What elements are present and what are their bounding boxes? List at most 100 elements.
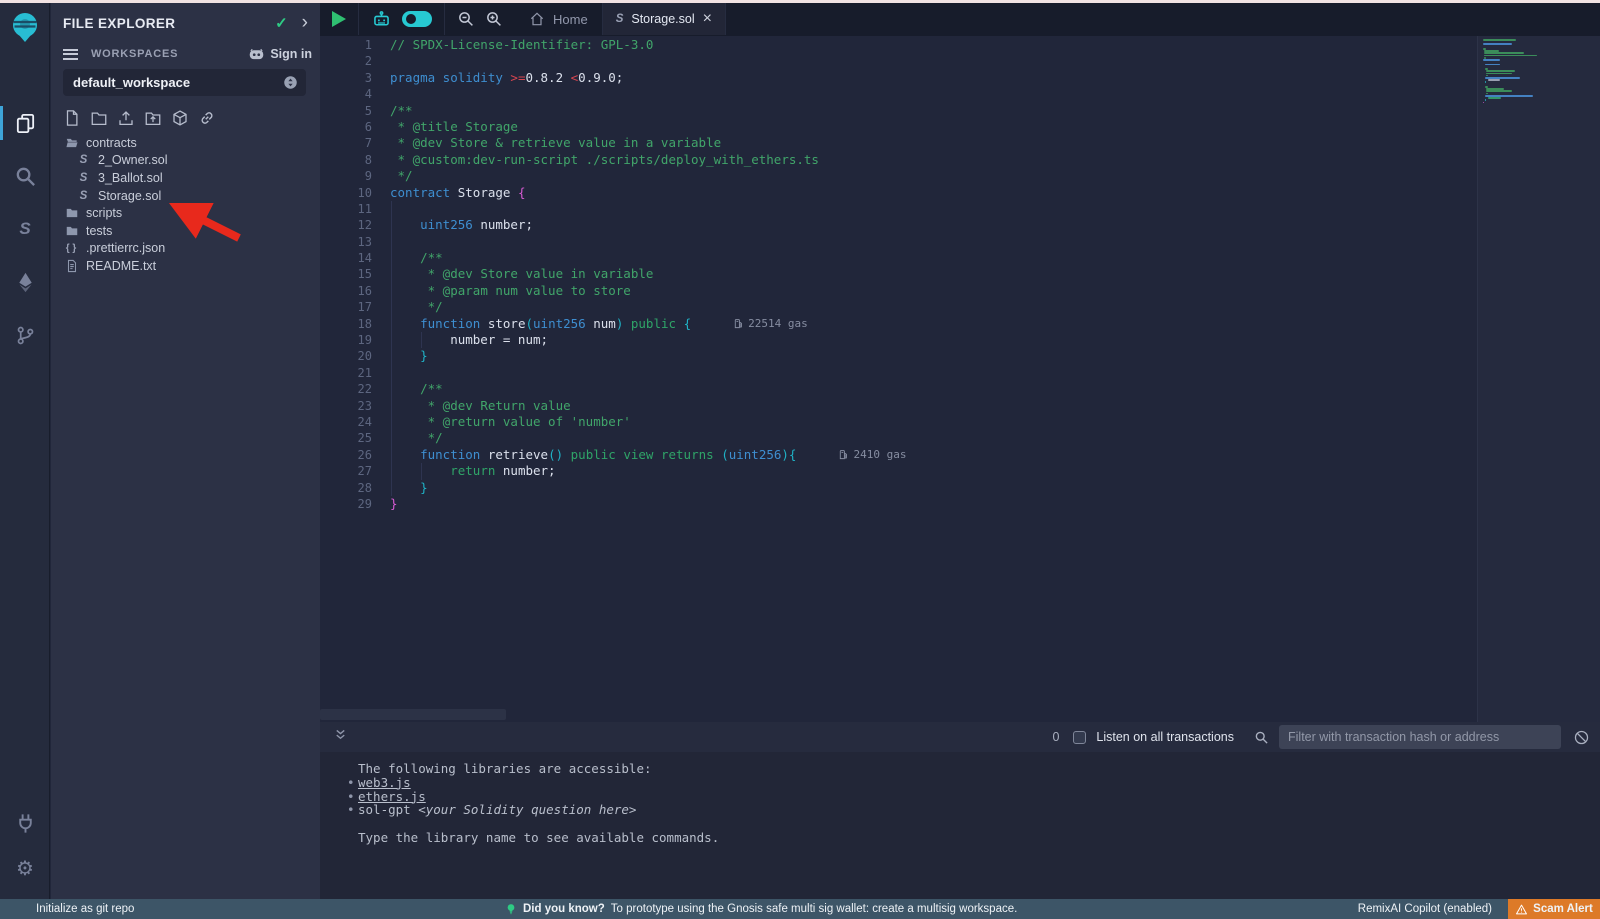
workspace-select[interactable]: default_workspace xyxy=(63,69,306,96)
code-line[interactable]: 7 * @dev Store & retrieve value in a var… xyxy=(320,135,1477,151)
code-line[interactable]: 13 xyxy=(320,234,1477,250)
cube-icon[interactable] xyxy=(171,109,189,129)
workspace-stepper-icon[interactable] xyxy=(283,75,298,90)
code-line[interactable]: 15 * @dev Store value in variable xyxy=(320,266,1477,282)
workspace-name: default_workspace xyxy=(73,75,283,90)
listen-all-transactions-label: Listen on all transactions xyxy=(1096,730,1234,744)
terminal-library-link[interactable]: web3.js xyxy=(358,775,411,790)
play-icon xyxy=(332,11,346,27)
code-line[interactable]: 19 number = num; xyxy=(320,332,1477,348)
copilot-toggle[interactable] xyxy=(402,11,432,27)
file-tree-item-readme-txt[interactable]: README.txt xyxy=(51,257,320,275)
code-line[interactable]: 3pragma solidity >=0.8.2 <0.9.0; xyxy=(320,70,1477,86)
close-tab-icon[interactable]: × xyxy=(703,13,712,25)
code-line[interactable]: 22 /** xyxy=(320,381,1477,397)
minimap[interactable] xyxy=(1477,36,1600,722)
link-icon[interactable] xyxy=(198,109,216,129)
file-actions-toolbar xyxy=(63,109,216,129)
plugin-manager-icon[interactable] xyxy=(0,801,50,845)
upload-file-icon[interactable] xyxy=(117,109,135,129)
code-line[interactable]: 23 * @dev Return value xyxy=(320,398,1477,414)
code-line[interactable]: 5/** xyxy=(320,103,1477,119)
tab-home[interactable]: Home xyxy=(515,3,602,35)
code-line[interactable]: 26 function retrieve() public view retur… xyxy=(320,447,1477,463)
code-line[interactable]: 6 * @title Storage xyxy=(320,119,1477,135)
workspaces-menu-icon[interactable] xyxy=(63,49,78,60)
code-line[interactable]: 17 */ xyxy=(320,299,1477,315)
deploy-run-icon[interactable] xyxy=(0,260,50,304)
remixai-copilot-status[interactable]: RemixAI Copilot (enabled) xyxy=(1358,903,1492,915)
file-tree-item-contracts[interactable]: contracts xyxy=(51,134,320,152)
new-folder-icon[interactable] xyxy=(90,109,108,129)
terminal-output[interactable]: The following libraries are accessible:•… xyxy=(320,752,1600,899)
file-tree-item-storage-sol[interactable]: SStorage.sol xyxy=(51,187,320,205)
solidity-icon: S xyxy=(76,170,91,185)
zoom-controls xyxy=(445,3,515,35)
code-line[interactable]: 27 return number; xyxy=(320,463,1477,479)
code-line[interactable]: 14 /** xyxy=(320,250,1477,266)
check-icon[interactable]: ✓ xyxy=(275,14,288,32)
search-icon xyxy=(1254,730,1269,745)
code-line[interactable]: 21 xyxy=(320,365,1477,381)
remix-logo-icon[interactable] xyxy=(7,9,43,45)
icon-rail: S ⚙ xyxy=(0,3,50,899)
scam-alert-button[interactable]: Scam Alert xyxy=(1508,899,1600,919)
code-line[interactable]: 20 } xyxy=(320,348,1477,364)
git-icon[interactable] xyxy=(0,313,50,357)
file-tree: contractsS2_Owner.solS3_Ballot.solSStora… xyxy=(51,134,320,275)
window-edge xyxy=(0,0,1600,3)
terminal-library-link[interactable]: ethers.js xyxy=(358,789,426,804)
file-explorer-panel: FILE EXPLORER ✓ › WORKSPACES Sign in def… xyxy=(51,3,320,899)
did-you-know-tip: Did you know? To prototype using the Gno… xyxy=(505,903,1017,915)
listen-all-transactions-checkbox[interactable] xyxy=(1073,731,1086,744)
editor-pane: Home S Storage.sol × 1// SPDX-License-Id… xyxy=(320,3,1600,899)
lightbulb-icon xyxy=(505,903,517,915)
code-editor[interactable]: 1// SPDX-License-Identifier: GPL-3.023pr… xyxy=(320,36,1600,722)
file-tree-item-scripts[interactable]: scripts xyxy=(51,204,320,222)
transaction-filter-input[interactable] xyxy=(1279,725,1561,749)
code-line[interactable]: 8 * @custom:dev-run-script ./scripts/dep… xyxy=(320,152,1477,168)
code-line[interactable]: 1// SPDX-License-Identifier: GPL-3.0 xyxy=(320,37,1477,53)
tab-bar: Home S Storage.sol × xyxy=(320,3,1600,36)
status-bar: Initialize as git repo Did you know? To … xyxy=(0,899,1600,919)
folder-icon xyxy=(64,206,79,221)
solidity-compiler-icon[interactable]: S xyxy=(0,207,50,251)
github-icon xyxy=(248,46,265,63)
search-icon[interactable] xyxy=(0,154,50,198)
zoom-in-icon[interactable] xyxy=(485,10,503,28)
file-tree-item-2-owner-sol[interactable]: S2_Owner.sol xyxy=(51,152,320,170)
code-line[interactable]: 4 xyxy=(320,86,1477,102)
file-tree-item-3-ballot-sol[interactable]: S3_Ballot.sol xyxy=(51,169,320,187)
terminal-collapse-button[interactable] xyxy=(333,727,353,747)
code-line[interactable]: 28 } xyxy=(320,480,1477,496)
code-line[interactable]: 29} xyxy=(320,496,1477,512)
panel-title: FILE EXPLORER xyxy=(63,16,275,31)
code-line[interactable]: 10contract Storage { xyxy=(320,185,1477,201)
tab-storage-sol[interactable]: S Storage.sol × xyxy=(602,3,726,35)
new-file-icon[interactable] xyxy=(63,109,81,129)
git-init-button[interactable]: Initialize as git repo xyxy=(36,903,134,915)
code-line[interactable]: 25 */ xyxy=(320,430,1477,446)
code-line[interactable]: 2 xyxy=(320,53,1477,69)
code-line[interactable]: 16 * @param num value to store xyxy=(320,283,1477,299)
code-line[interactable]: 12 uint256 number; xyxy=(320,217,1477,233)
zoom-out-icon[interactable] xyxy=(457,10,475,28)
chevron-right-icon[interactable]: › xyxy=(302,16,308,30)
transaction-count: 0 xyxy=(1052,730,1059,744)
file-tree-item-tests[interactable]: tests xyxy=(51,222,320,240)
clear-console-icon[interactable] xyxy=(1573,729,1590,746)
folder-open-icon xyxy=(64,135,79,150)
run-script-button[interactable] xyxy=(320,3,359,35)
upload-folder-icon[interactable] xyxy=(144,109,162,129)
code-line[interactable]: 24 * @return value of 'number' xyxy=(320,414,1477,430)
horizontal-scrollbar[interactable] xyxy=(320,709,506,720)
file-tree-item--prettierrc-json[interactable]: { }.prettierrc.json xyxy=(51,240,320,258)
file-explorer-icon[interactable] xyxy=(0,101,50,145)
remixai-robot-icon[interactable] xyxy=(371,9,392,30)
remixai-controls xyxy=(359,3,445,35)
sign-in-button[interactable]: Sign in xyxy=(248,46,312,63)
code-line[interactable]: 18 function store(uint256 num) public {2… xyxy=(320,316,1477,332)
code-line[interactable]: 9 */ xyxy=(320,168,1477,184)
code-line[interactable]: 11 xyxy=(320,201,1477,217)
settings-icon[interactable]: ⚙ xyxy=(0,847,50,891)
